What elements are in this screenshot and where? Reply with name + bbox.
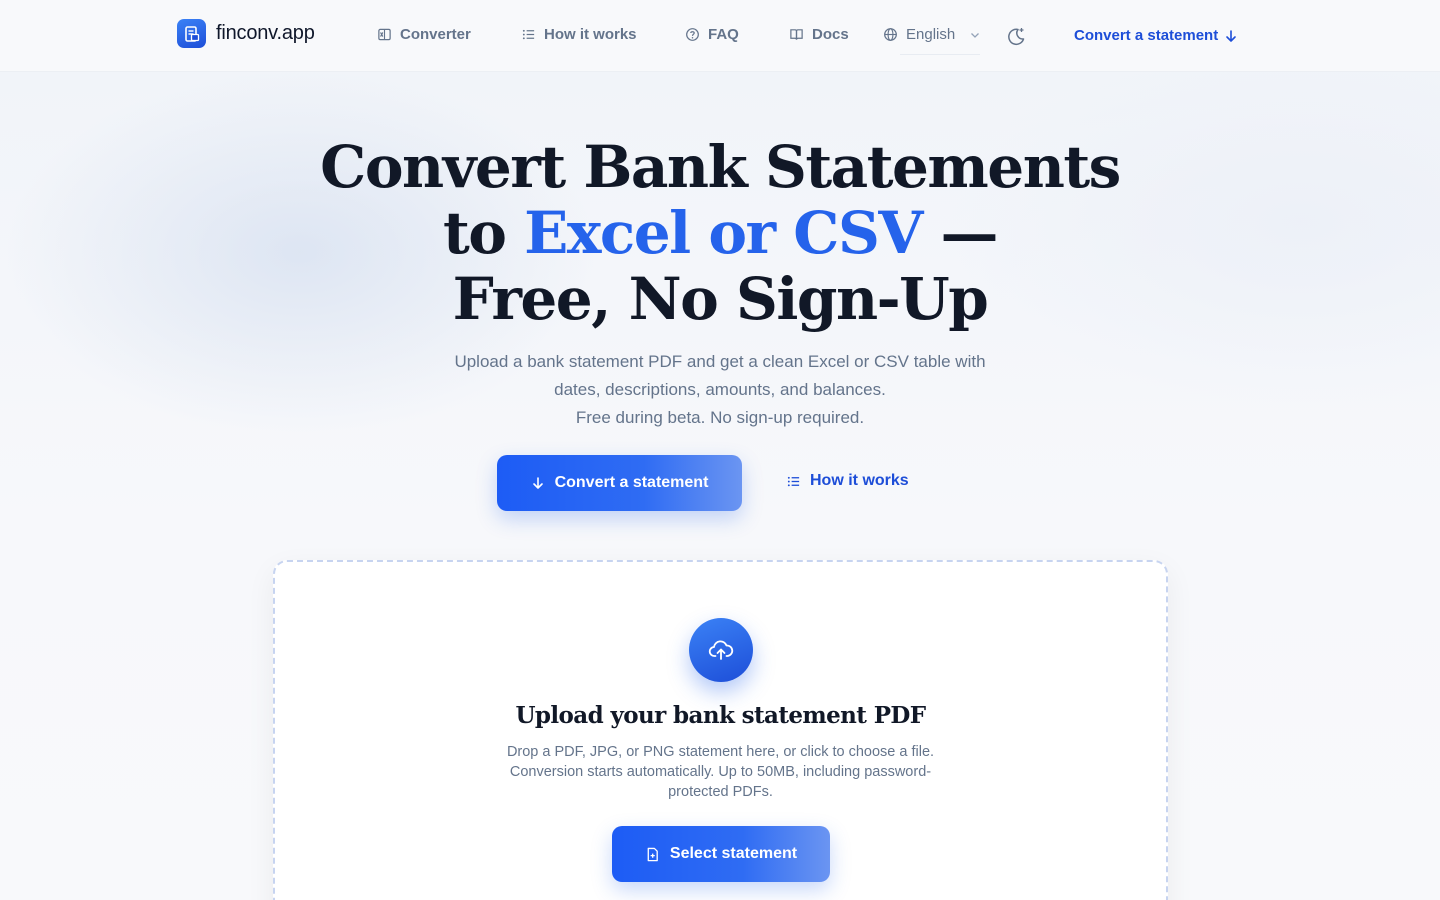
- document-logo-icon: [177, 19, 206, 48]
- nav-how-it-works-label: How it works: [544, 26, 637, 43]
- hero-subtitle: Upload a bank statement PDF and get a cl…: [0, 348, 1440, 432]
- headline-line-2-prefix: to: [442, 199, 525, 267]
- nav-convert-label: Convert a statement: [1074, 27, 1219, 44]
- file-plus-icon: [647, 847, 658, 861]
- arrow-down-icon: [1226, 29, 1237, 42]
- how-it-works-link-label: How it works: [810, 472, 909, 489]
- upload-dropzone[interactable]: Upload your bank statement PDF Drop a PD…: [273, 560, 1168, 900]
- language-selected: English: [906, 26, 956, 43]
- cloud-upload-icon: [689, 618, 753, 682]
- headline-line-1: Convert Bank Statements: [320, 133, 1121, 201]
- subtitle-line-3: Free during beta. No sign-up required.: [575, 408, 865, 427]
- arrow-down-icon: [532, 477, 543, 489]
- hero-headline: Convert Bank Statements to Excel or CSV …: [0, 134, 1440, 332]
- nav-converter-label: Converter: [400, 26, 471, 43]
- nav-faq-label: FAQ: [708, 26, 739, 43]
- list-icon: [522, 29, 535, 40]
- help-circle-icon: [686, 28, 699, 41]
- select-statement-label: Select statement: [669, 845, 798, 862]
- convert-statement-button[interactable]: Convert a statement: [497, 455, 742, 511]
- language-underline: [900, 54, 980, 55]
- headline-line-3: Free, No Sign-Up: [452, 265, 989, 333]
- book-icon: [790, 29, 803, 40]
- select-statement-button[interactable]: Select statement: [612, 826, 830, 882]
- spreadsheet-icon: [378, 28, 391, 41]
- headline-accent: Excel or CSV: [524, 199, 923, 267]
- brand[interactable]: finconv.app: [177, 19, 315, 48]
- headline-line-2-suffix: —: [921, 199, 999, 267]
- how-it-works-link[interactable]: How it works: [786, 472, 909, 490]
- list-icon: [787, 476, 800, 486]
- chevron-down-icon: [971, 32, 980, 38]
- brand-name: finconv.app: [216, 22, 315, 44]
- subtitle-line-1: Upload a bank statement PDF and get a cl…: [454, 352, 986, 371]
- nav-docs[interactable]: Docs: [789, 26, 849, 43]
- nav-docs-label: Docs: [812, 26, 849, 43]
- globe-icon: [884, 28, 897, 41]
- moon-sparkle-icon: [1008, 28, 1025, 46]
- theme-toggle-button[interactable]: [1005, 25, 1027, 47]
- nav-convert-button[interactable]: Convert a statement: [1074, 27, 1238, 44]
- nav-how-it-works[interactable]: How it works: [521, 26, 637, 43]
- nav-faq[interactable]: FAQ: [685, 26, 739, 43]
- nav-converter[interactable]: Converter: [377, 26, 471, 43]
- upload-description: Drop a PDF, JPG, or PNG statement here, …: [506, 744, 935, 800]
- upload-title: Upload your bank statement PDF: [515, 702, 926, 729]
- top-navigation: finconv.app Converter How it works FAQ D…: [0, 0, 1440, 72]
- convert-statement-label: Convert a statement: [554, 474, 709, 491]
- language-selector[interactable]: English: [883, 26, 981, 43]
- subtitle-line-2: dates, descriptions, amounts, and balanc…: [554, 380, 886, 399]
